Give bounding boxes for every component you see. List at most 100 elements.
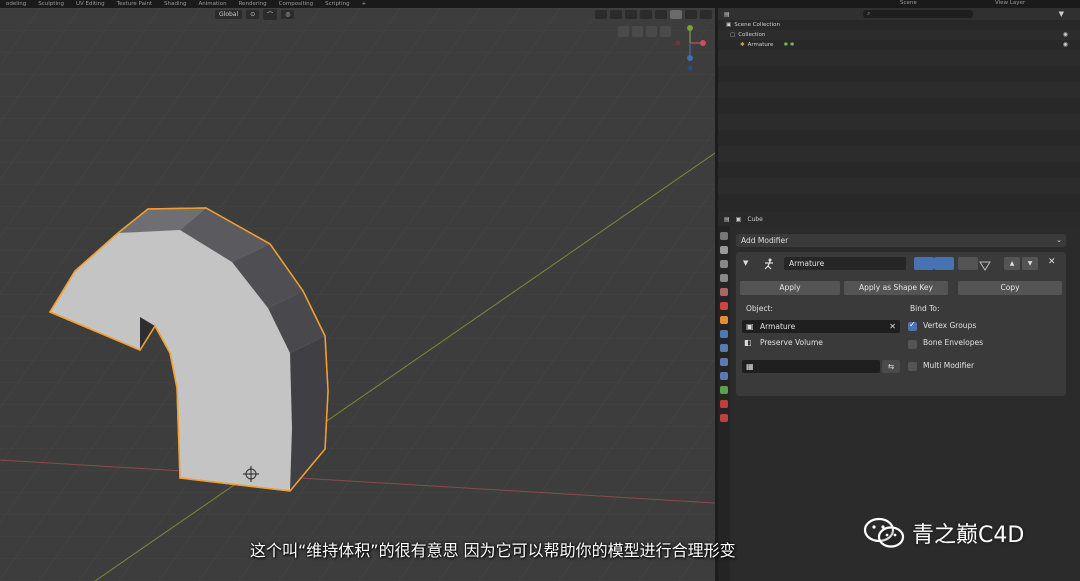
modifier-tab-icon[interactable] (720, 330, 728, 338)
vertex-group-field[interactable]: ▦ (742, 360, 880, 373)
move-up-button[interactable]: ▲ (1004, 257, 1020, 270)
outliner-row-label: Scene Collection (734, 22, 780, 28)
eye-icon[interactable]: ◉ (1063, 41, 1068, 48)
top-bar: odeling Sculpting UV Editing Texture Pai… (0, 0, 1080, 8)
workspace-tab-shading[interactable]: Shading (158, 1, 192, 7)
workspace-tab-rendering[interactable]: Rendering (233, 1, 273, 7)
properties-tabs (718, 226, 730, 581)
viewport-display-toggle[interactable] (934, 257, 954, 270)
view-layer-tab-icon[interactable] (720, 274, 728, 282)
grid-icon[interactable] (618, 26, 629, 37)
scene-tab-icon[interactable] (720, 288, 728, 296)
bone-envelopes-label: Bone Envelopes (923, 338, 983, 347)
workspace-tab-modeling[interactable]: odeling (0, 1, 32, 7)
outliner: ▤ ⌕ ▼ ▣ Scene Collection ▢ Collection ◉ … (718, 8, 1080, 212)
render-tab-icon[interactable] (720, 246, 728, 254)
tool-tab-icon[interactable] (720, 232, 728, 240)
solid-shading-icon[interactable] (670, 10, 682, 19)
add-workspace-button[interactable]: + (356, 1, 373, 7)
properties-header: ▤ ▣ Cube (718, 212, 1080, 226)
object-tab-icon[interactable] (720, 316, 728, 324)
proportional-editing-icon[interactable]: ◎ (281, 9, 295, 19)
viewport-grid (0, 8, 715, 581)
workspace-tab-uv-editing[interactable]: UV Editing (70, 1, 111, 7)
outliner-row[interactable]: ▣ Scene Collection (718, 20, 1080, 30)
editor-type-icon[interactable]: ▤ (724, 11, 730, 18)
view-layer-selector[interactable]: View Layer (995, 0, 1025, 6)
bone-envelopes-checkbox[interactable] (908, 340, 917, 349)
workspace-tab-animation[interactable]: Animation (193, 1, 233, 7)
pan-hand-icon[interactable] (646, 26, 657, 37)
multi-modifier-checkbox[interactable] (908, 362, 917, 371)
output-tab-icon[interactable] (720, 260, 728, 268)
remove-modifier-close-icon[interactable]: ✕ (1048, 257, 1056, 267)
collapse-toggle-icon[interactable]: ▼ (743, 259, 748, 267)
outliner-row[interactable]: ▢ Collection ◉ (718, 30, 1080, 40)
armature-modifier-panel: ▼ Armature ▲ ▼ ✕ Apply Apply as Shape Ke… (736, 252, 1066, 396)
multi-modifier-label: Multi Modifier (923, 361, 975, 370)
apply-as-shape-key-button[interactable]: Apply as Shape Key (844, 281, 948, 295)
outliner-empty-row (718, 162, 1080, 178)
apply-button[interactable]: Apply (740, 281, 840, 295)
render-toggle[interactable] (958, 257, 978, 270)
add-modifier-label: Add Modifier (741, 236, 789, 245)
material-tab-icon[interactable] (720, 400, 728, 408)
zoom-icon[interactable] (632, 26, 643, 37)
preserve-volume-label: Preserve Volume (760, 338, 823, 347)
invert-vertex-group-button[interactable]: ⇆ (882, 360, 900, 373)
object-type-icon: ▣ (746, 322, 754, 331)
world-tab-icon[interactable] (720, 302, 728, 310)
snap-icon[interactable]: ⌒ (263, 8, 278, 20)
workspace-tab-sculpting[interactable]: Sculpting (32, 1, 70, 7)
overlay-toggle-icon[interactable] (625, 10, 637, 19)
scene-selector[interactable]: Scene (900, 0, 917, 6)
vertex-groups-checkbox[interactable] (908, 320, 917, 331)
outliner-empty-row (718, 50, 1080, 66)
modifier-name-field[interactable]: Armature (784, 257, 906, 270)
pivot-point-icon[interactable]: ⊙ (246, 9, 260, 19)
xray-toggle-icon[interactable] (640, 10, 652, 19)
add-modifier-dropdown[interactable]: Add Modifier ⌄ (736, 234, 1066, 247)
visibility-icon[interactable] (595, 10, 607, 19)
armature-modifier-icon (764, 258, 773, 270)
copy-button[interactable]: Copy (958, 281, 1062, 295)
3d-viewport[interactable]: Global ⊙ ⌒ ◎ (0, 8, 715, 581)
rendered-shading-icon[interactable] (700, 10, 712, 19)
outliner-empty-row (718, 66, 1080, 82)
texture-tab-icon[interactable] (720, 414, 728, 422)
collection-icon: ▢ (730, 32, 736, 38)
editor-type-icon[interactable]: ▤ (724, 216, 730, 223)
gizmo-toggle-icon[interactable] (610, 10, 622, 19)
object-icon: ▣ (735, 215, 742, 223)
outliner-search-input[interactable]: ⌕ (863, 10, 973, 18)
clear-field-close-icon[interactable]: ✕ (889, 320, 896, 333)
move-down-button[interactable]: ▼ (1022, 257, 1038, 270)
outliner-empty-row (718, 130, 1080, 146)
eye-icon[interactable]: ◉ (1063, 31, 1068, 38)
wireframe-shading-icon[interactable] (655, 10, 667, 19)
outliner-row-label: Collection (738, 32, 766, 38)
outliner-empty-row (718, 114, 1080, 130)
outliner-row[interactable]: ✱ Armature ✱ ✱ ◉ (718, 40, 1080, 50)
filter-icon[interactable]: ▼ (1059, 10, 1064, 18)
material-shading-icon[interactable] (685, 10, 697, 19)
physics-tab-icon[interactable] (720, 358, 728, 366)
workspace-tab-compositing[interactable]: Compositing (273, 1, 319, 7)
transform-orientation-dropdown[interactable]: Global (215, 9, 243, 19)
outliner-empty-row (718, 98, 1080, 114)
constraints-tab-icon[interactable] (720, 372, 728, 380)
viewport-header: Global ⊙ ⌒ ◎ (215, 8, 295, 20)
particles-tab-icon[interactable] (720, 344, 728, 352)
object-field-value: Armature (760, 322, 796, 331)
data-tab-icon[interactable] (720, 386, 728, 394)
camera-icon[interactable] (660, 26, 671, 37)
preserve-volume-toggle-icon[interactable]: ◧ (744, 338, 752, 347)
object-field[interactable]: ▣ Armature ✕ (742, 320, 900, 333)
workspace-tab-texture-paint[interactable]: Texture Paint (111, 1, 159, 7)
workspace-tab-scripting[interactable]: Scripting (319, 1, 355, 7)
edit-mode-toggle[interactable] (914, 257, 934, 270)
outliner-empty-row (718, 82, 1080, 98)
chevron-down-icon: ⌄ (1056, 236, 1062, 244)
wechat-logo-icon (863, 517, 905, 548)
on-cage-toggle-icon[interactable] (978, 257, 998, 271)
